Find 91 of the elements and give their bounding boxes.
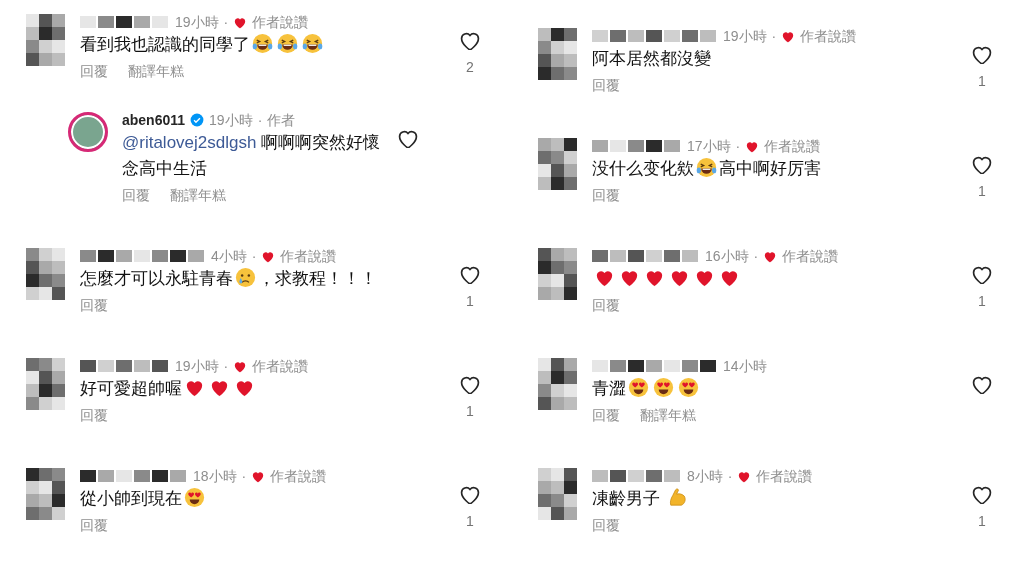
reply-link[interactable]: 回覆 [80,405,108,426]
comment-text: 青澀 [592,379,626,398]
like-heart-icon[interactable] [971,154,993,174]
reply-link[interactable]: 回覆 [122,185,150,206]
crying-emoji-icon [234,266,257,289]
separator-dot: · [223,356,229,376]
separator-dot: · [735,136,741,156]
separator-dot: · [257,110,263,130]
pixelated-avatar-drawing [538,248,578,300]
author-label: 作者說讚 [252,356,309,376]
comment-text: @ritalovej2sdlgsh 啊啊啊突然好懷念高中生活 [122,132,382,180]
translate-link[interactable]: 翻譯年糕 [170,185,226,206]
author-label: 作者說讚 [756,466,813,486]
reply-link[interactable]: 回覆 [592,295,620,316]
comment-text: 没什么变化欸 [592,159,694,178]
laughing-emoji-icon [276,32,299,55]
reply-link[interactable]: 回覆 [80,515,108,536]
comment-text: 從小帥到現在 [80,489,182,508]
author-label: 作者說讚 [270,466,327,486]
author-label: 作者說讚 [252,12,309,32]
like-heart-icon[interactable] [459,30,481,50]
separator-dot: · [771,26,777,46]
author-label: 作者說讚 [280,246,337,266]
reply-link[interactable]: 回覆 [592,515,620,536]
like-count: 1 [466,402,474,421]
comment-time: 16小時 [705,246,749,266]
username[interactable]: aben6011 [122,109,186,131]
like-count: 1 [466,512,474,531]
like-count: 1 [978,292,986,311]
author-label: 作者 [267,110,296,130]
mention-link[interactable]: @ritalovej2sdlgsh [122,133,257,152]
like-heart-icon[interactable] [971,44,993,64]
comment-time: 4小時 [211,246,247,266]
like-count: 1 [978,72,986,91]
like-heart-icon[interactable] [971,484,993,504]
comment-text: 看到我也認識的同學了 [80,35,250,54]
pixelated-avatar-drawing [538,28,578,80]
reply-link[interactable]: 回覆 [592,405,620,426]
author-label: 作者說讚 [800,26,857,46]
laughing-emoji-icon [251,32,274,55]
like-count: 1 [466,292,474,311]
like-heart-icon[interactable] [397,128,419,148]
separator-dot: · [727,466,733,486]
laughing-emoji-icon [695,156,718,179]
reply-link[interactable]: 回覆 [80,295,108,316]
pixelated-avatar-drawing [538,358,578,410]
comment-time: 19小時 [723,26,767,46]
pixelated-avatar-drawing [538,468,578,520]
comment-text: 高中啊好厉害 [719,159,821,178]
comment-text: ，求教程！！！ [258,269,377,288]
like-count: 2 [466,58,474,77]
reply-link[interactable]: 回覆 [592,75,620,96]
like-heart-icon[interactable] [459,374,481,394]
author-label: 作者說讚 [764,136,821,156]
pixelated-avatar-drawing [26,14,66,66]
pixelated-avatar-drawing [26,358,66,410]
author-label: 作者說讚 [782,246,839,266]
comment-text: 好可愛超帥喔 [80,379,182,398]
comment-time: 17小時 [687,136,731,156]
laughing-emoji-icon [301,32,324,55]
like-count: 1 [978,182,986,201]
separator-dot: · [251,246,257,266]
comment-text: 凍齡男子 [592,489,661,508]
separator-dot: · [223,12,229,32]
like-heart-icon[interactable] [971,374,993,394]
comment-time: 19小時 [175,12,219,32]
comment-text: 怎麼才可以永駐青春 [80,269,233,288]
heart-eyes-emoji-icon [627,376,650,399]
comment-time: 8小時 [687,466,723,486]
separator-dot: · [241,466,247,486]
translate-link[interactable]: 翻譯年糕 [128,61,184,82]
comment-time: 14小時 [723,356,767,376]
heart-eyes-emoji-icon [652,376,675,399]
avatar-placeholder[interactable] [68,112,108,152]
heart-eyes-emoji-icon [677,376,700,399]
reply-link[interactable]: 回覆 [80,61,108,82]
comment-time: 19小時 [175,356,219,376]
like-heart-icon[interactable] [971,264,993,284]
like-heart-icon[interactable] [459,484,481,504]
like-heart-icon[interactable] [459,264,481,284]
heart-eyes-emoji-icon [183,486,206,509]
pixelated-avatar-drawing [26,248,66,300]
separator-dot: · [753,246,759,266]
pixelated-avatar-drawing [538,138,578,190]
translate-link[interactable]: 翻譯年糕 [640,405,696,426]
comment-time: 18小時 [193,466,237,486]
pixelated-avatar-drawing [26,468,66,520]
comment-text: 阿本居然都沒變 [592,49,711,68]
like-count: 1 [978,512,986,531]
comment-time: 19小時 [209,110,253,130]
reply-link[interactable]: 回覆 [592,185,620,206]
